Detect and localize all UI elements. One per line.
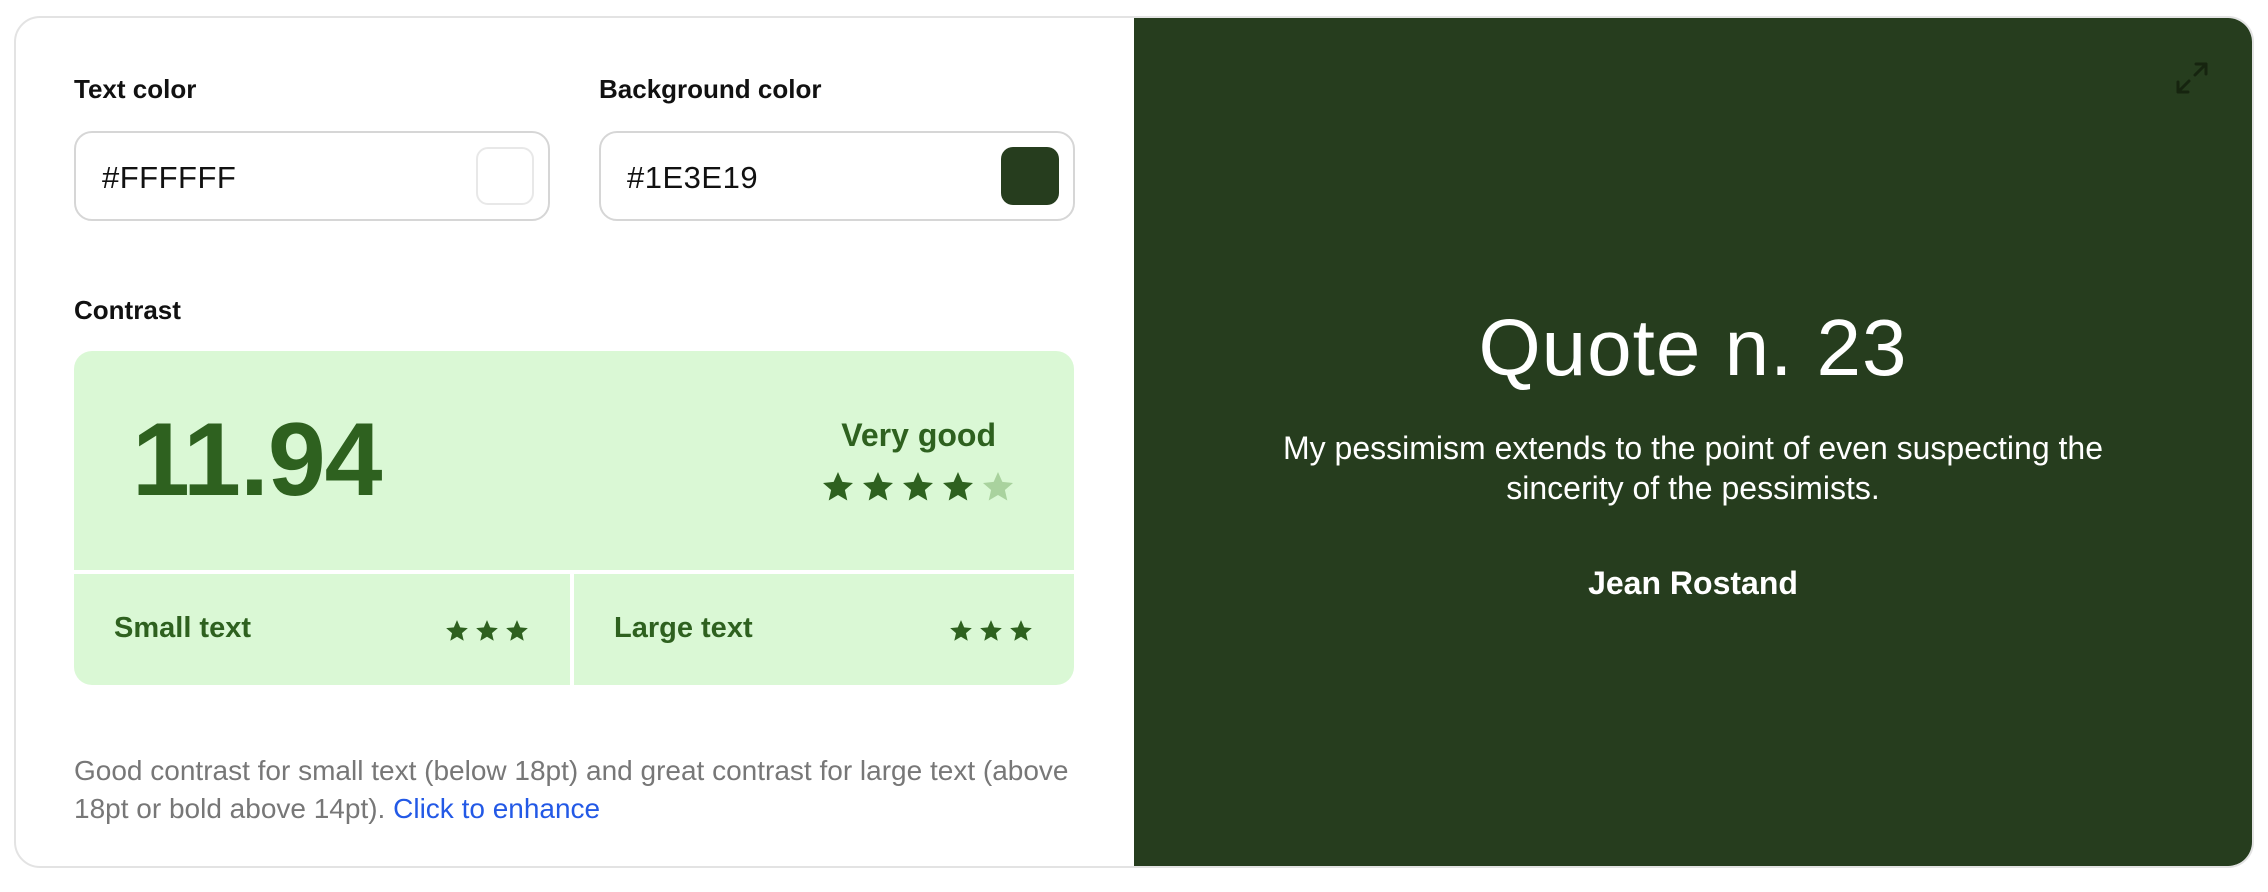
contrast-ratio: 11.94 — [132, 402, 383, 518]
small-text-label: Small text — [114, 612, 251, 644]
contrast-description: Good contrast for small text (below 18pt… — [74, 752, 1084, 828]
large-text-rating: Large text — [574, 574, 1074, 685]
preview-panel: Quote n. 23 My pessimism extends to the … — [1134, 18, 2252, 866]
rating-label: Very good — [841, 417, 996, 453]
star-filled-icon — [446, 620, 468, 641]
enhance-link[interactable]: Click to enhance — [393, 793, 600, 824]
rating-stars — [820, 469, 1016, 505]
small-text-rating: Small text — [74, 574, 570, 685]
quote-title: Quote n. 23 — [1478, 303, 1908, 392]
contrast-checker-card: Text color #FFFFFF Background color #1E3… — [14, 16, 2254, 868]
text-color-input[interactable]: #FFFFFF — [74, 131, 550, 221]
star-filled-icon — [823, 472, 853, 501]
quote-author: Jean Rostand — [1588, 565, 1798, 601]
star-filled-icon — [950, 620, 972, 641]
text-color-value[interactable]: #FFFFFF — [102, 160, 236, 196]
contrast-label: Contrast — [74, 295, 181, 325]
star-filled-icon — [943, 472, 973, 501]
small-text-stars — [444, 618, 530, 644]
star-filled-icon — [980, 620, 1002, 641]
text-color-swatch[interactable] — [476, 147, 534, 205]
large-text-stars — [948, 618, 1034, 644]
background-color-swatch[interactable] — [1001, 147, 1059, 205]
star-filled-icon — [863, 472, 893, 501]
expand-icon[interactable] — [2172, 58, 2212, 98]
star-filled-icon — [903, 472, 933, 501]
background-color-label: Background color — [599, 74, 822, 104]
star-filled-icon — [506, 620, 528, 641]
star-filled-icon — [1010, 620, 1032, 641]
background-color-value[interactable]: #1E3E19 — [627, 160, 758, 196]
text-color-label: Text color — [74, 74, 197, 104]
background-color-input[interactable]: #1E3E19 — [599, 131, 1075, 221]
contrast-summary: 11.94 Very good — [74, 351, 1074, 570]
contrast-panel: 11.94 Very good Small text Large text — [74, 351, 1074, 685]
quote-text: My pessimism extends to the point of eve… — [1283, 430, 2103, 506]
large-text-label: Large text — [614, 612, 753, 644]
controls-panel: Text color #FFFFFF Background color #1E3… — [16, 18, 1134, 866]
star-filled-icon — [476, 620, 498, 641]
star-empty-icon — [983, 472, 1013, 501]
